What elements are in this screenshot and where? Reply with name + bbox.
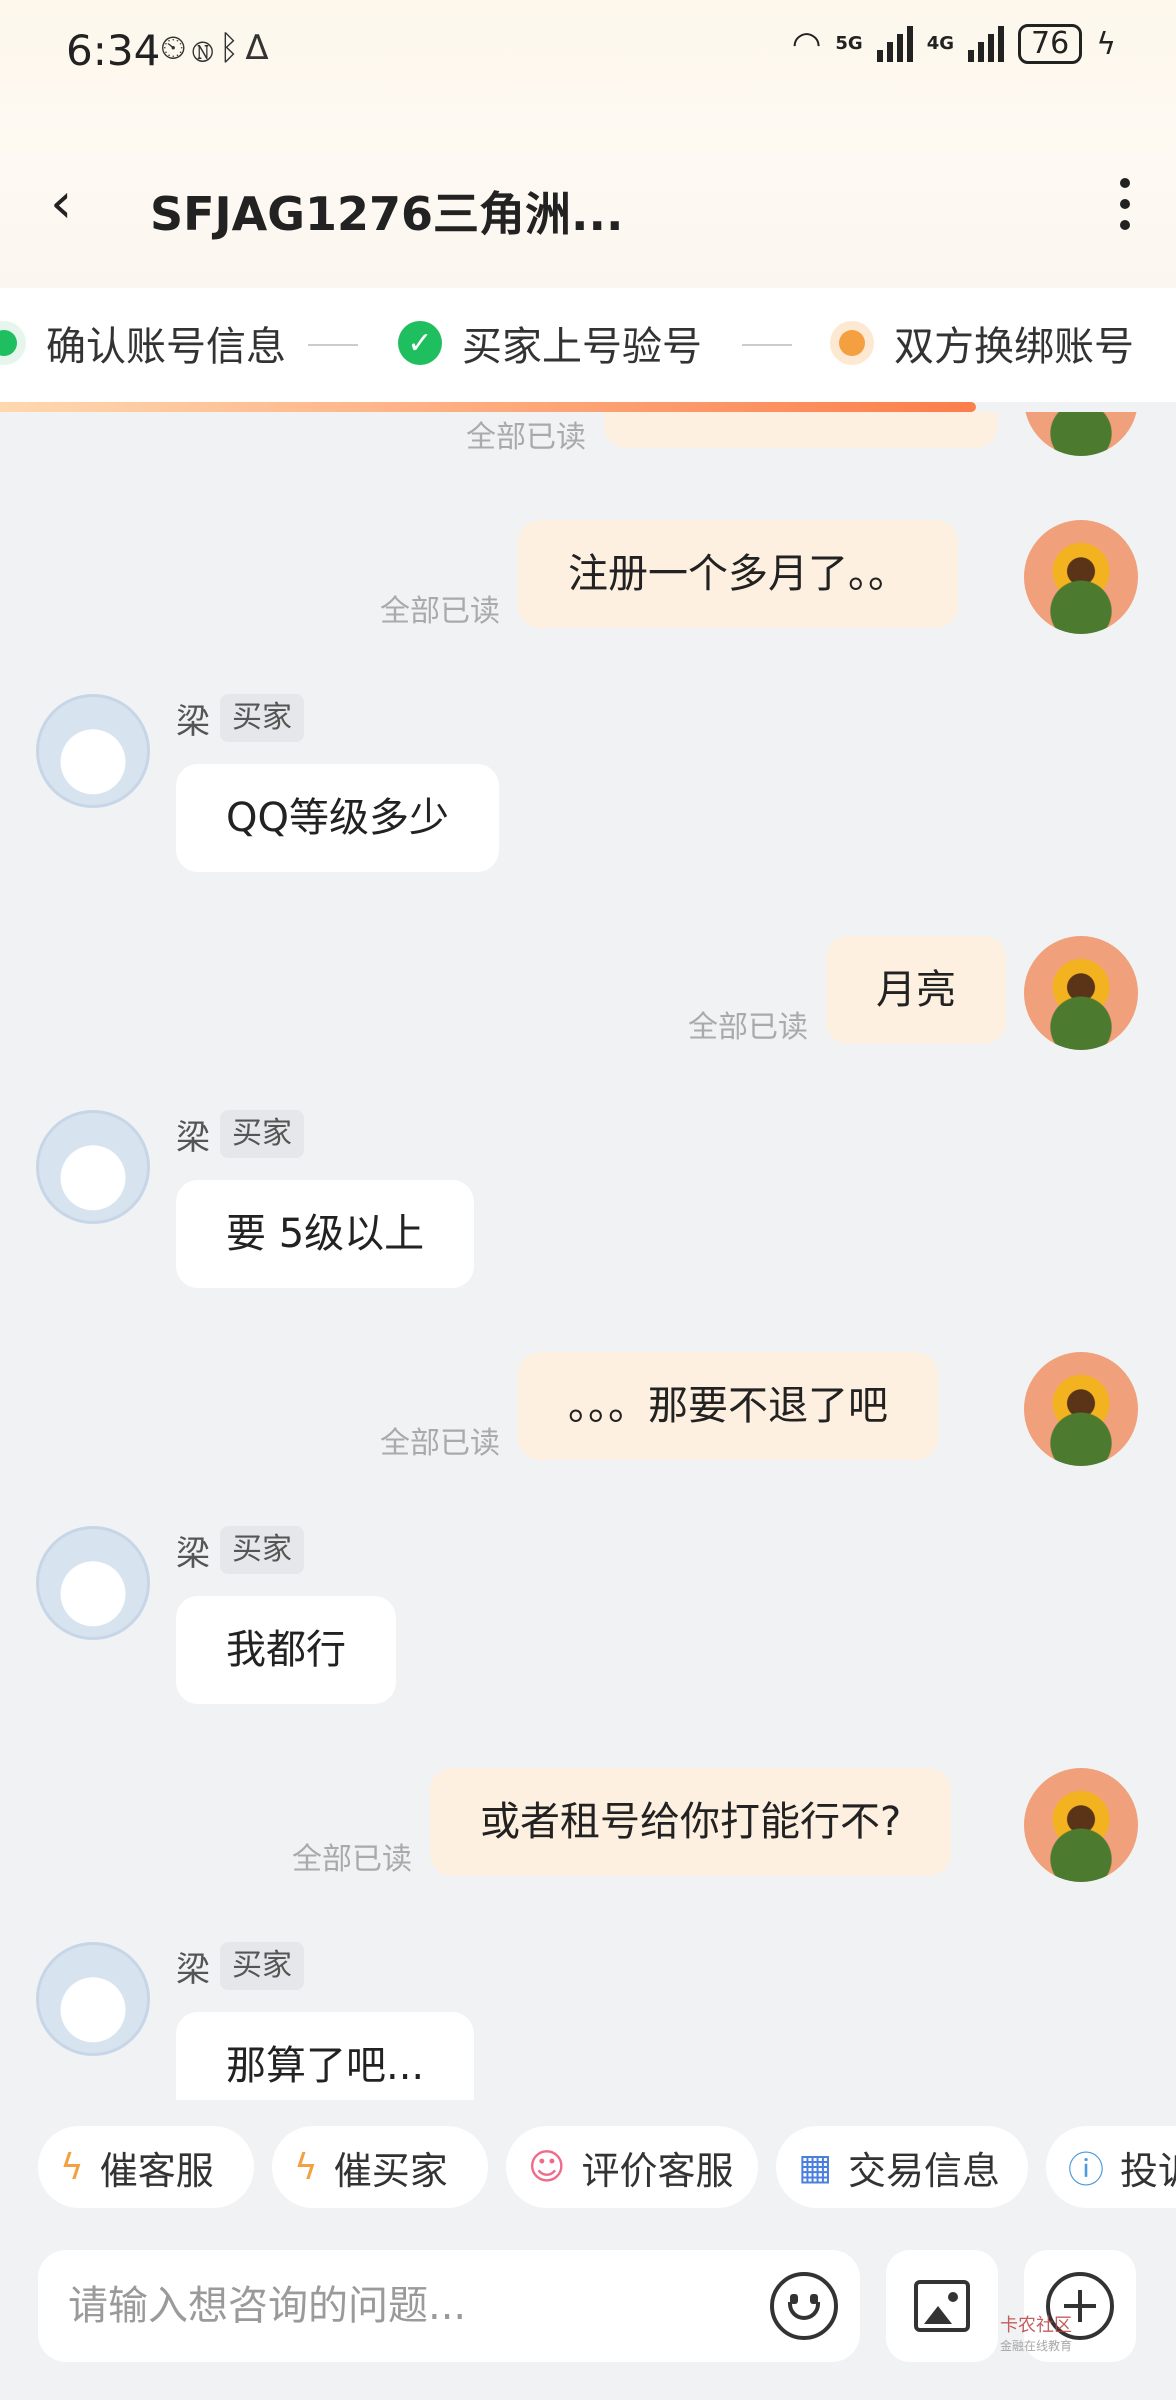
image-button[interactable] [886, 2250, 998, 2362]
my-avatar[interactable] [1024, 936, 1138, 1050]
quick-action-label: 催买家 [333, 2148, 448, 2193]
status-bar: 6:34 ⏲ⓃᛒΔ ◠ 5G 4G 76 ϟ [0, 0, 1176, 100]
buyer-tag: 买家 [220, 1110, 304, 1158]
message-bubble-out[interactable]: 月亮 [826, 936, 1006, 1044]
message-bubble-out[interactable] [604, 412, 998, 448]
quick-action-label: 评价客服 [581, 2148, 734, 2193]
message-bubble-out[interactable]: 注册一个多月了。。 [518, 520, 958, 628]
quick-action-trade-info[interactable]: ▦ 交易信息 [776, 2126, 1028, 2208]
buyer-avatar[interactable] [36, 694, 150, 808]
header: 6:34 ⏲ⓃᛒΔ ◠ 5G 4G 76 ϟ ‹ SFJAG1276三角洲... [0, 0, 1176, 290]
sender-name: 梁 [176, 702, 210, 742]
status-icons: ⏲ⓃᛒΔ [160, 28, 275, 68]
step-divider [308, 344, 358, 346]
watermark: 卡农社区 金融在线教育 [1000, 2316, 1072, 2356]
check-icon [0, 321, 26, 365]
my-avatar[interactable] [1024, 1768, 1138, 1882]
my-avatar[interactable] [1024, 520, 1138, 634]
message-input[interactable] [68, 2250, 768, 2362]
buyer-avatar[interactable] [36, 1942, 150, 2056]
chat-list[interactable]: 全部已读 全部已读 注册一个多月了。。 梁 买家 QQ等级多少 全部已读 月亮 … [0, 412, 1176, 2100]
emoji-icon[interactable] [770, 2272, 838, 2340]
buyer-tag: 买家 [220, 1526, 304, 1574]
back-arrow-icon[interactable]: ‹ [50, 174, 110, 234]
message-bubble-in[interactable]: 那算了吧... [176, 2012, 475, 2100]
more-menu-icon[interactable] [1108, 174, 1142, 234]
message-bubble-out[interactable]: 。。。那要不退了吧 [518, 1352, 938, 1460]
info-icon: ⓘ [1068, 2150, 1105, 2191]
quick-action-label: 催客服 [99, 2148, 214, 2193]
message-bubble-in[interactable]: 要 5级以上 [176, 1180, 475, 1288]
message-input-box [38, 2250, 860, 2362]
signal-icon [876, 26, 913, 62]
step-label: 确认账号信息 [46, 324, 286, 370]
battery-level: 76 [1018, 24, 1083, 64]
trade-progress-bar [0, 402, 977, 412]
quick-action-urge-service[interactable]: ϟ 催客服 [38, 2126, 254, 2208]
sender-name: 梁 [176, 1534, 210, 1574]
nav-bar: ‹ SFJAG1276三角洲... [0, 150, 1176, 260]
page-title: SFJAG1276三角洲... [150, 187, 624, 241]
message-bubble-in[interactable]: 我都行 [176, 1596, 396, 1704]
lightning-icon: ϟ [294, 2146, 318, 2188]
buyer-tag: 买家 [220, 694, 304, 742]
sender-name: 梁 [176, 1950, 210, 1990]
read-status: 全部已读 [380, 594, 500, 629]
watermark-subtitle: 金融在线教育 [1000, 2339, 1073, 2353]
image-icon [914, 2280, 970, 2332]
step-rebind-account: 双方换绑账号 [830, 314, 1134, 372]
read-status: 全部已读 [292, 1842, 412, 1877]
trade-steps: 确认账号信息 ✓ 买家上号验号 双方换绑账号 [0, 288, 1176, 402]
step-divider [742, 344, 792, 346]
step-label: 买家上号验号 [462, 324, 702, 370]
message-bubble-in[interactable]: QQ等级多少 [176, 764, 499, 872]
my-avatar[interactable] [1024, 1352, 1138, 1466]
quick-action-urge-buyer[interactable]: ϟ 催买家 [272, 2126, 488, 2208]
my-avatar[interactable] [1024, 412, 1138, 456]
buyer-avatar[interactable] [36, 1526, 150, 1640]
calendar-icon: ▦ [798, 2146, 833, 2188]
network-4g-label: 4G [926, 33, 955, 54]
smile-icon: ☺ [528, 2146, 566, 2188]
read-status: 全部已读 [380, 1426, 500, 1461]
quick-action-label: 投诉 [1120, 2148, 1176, 2193]
buyer-avatar[interactable] [36, 1110, 150, 1224]
quick-action-complain[interactable]: ⓘ 投诉 [1046, 2126, 1176, 2208]
status-right: ◠ 5G 4G 76 ϟ [792, 24, 1116, 64]
network-5g-label: 5G [835, 33, 863, 54]
watermark-title: 卡农社区 [1000, 2315, 1072, 2336]
read-status: 全部已读 [688, 1010, 808, 1045]
quick-action-rate-service[interactable]: ☺ 评价客服 [506, 2126, 758, 2208]
sender-name: 梁 [176, 1118, 210, 1158]
status-time: 6:34 [66, 26, 161, 75]
step-buyer-verify: ✓ 买家上号验号 [398, 314, 702, 372]
clock-icon [830, 321, 874, 365]
step-confirm-account: 确认账号信息 [0, 314, 286, 372]
step-label: 双方换绑账号 [894, 324, 1134, 370]
lightning-icon: ϟ [60, 2146, 84, 2188]
quick-action-label: 交易信息 [848, 2148, 1001, 2193]
check-icon: ✓ [398, 321, 442, 365]
charging-icon: ϟ [1096, 26, 1116, 62]
wifi-icon: ◠ [791, 24, 822, 64]
signal-icon [968, 26, 1005, 62]
buyer-tag: 买家 [220, 1942, 304, 1990]
read-status: 全部已读 [466, 420, 586, 455]
message-bubble-out[interactable]: 或者租号给你打能行不? [430, 1768, 952, 1876]
